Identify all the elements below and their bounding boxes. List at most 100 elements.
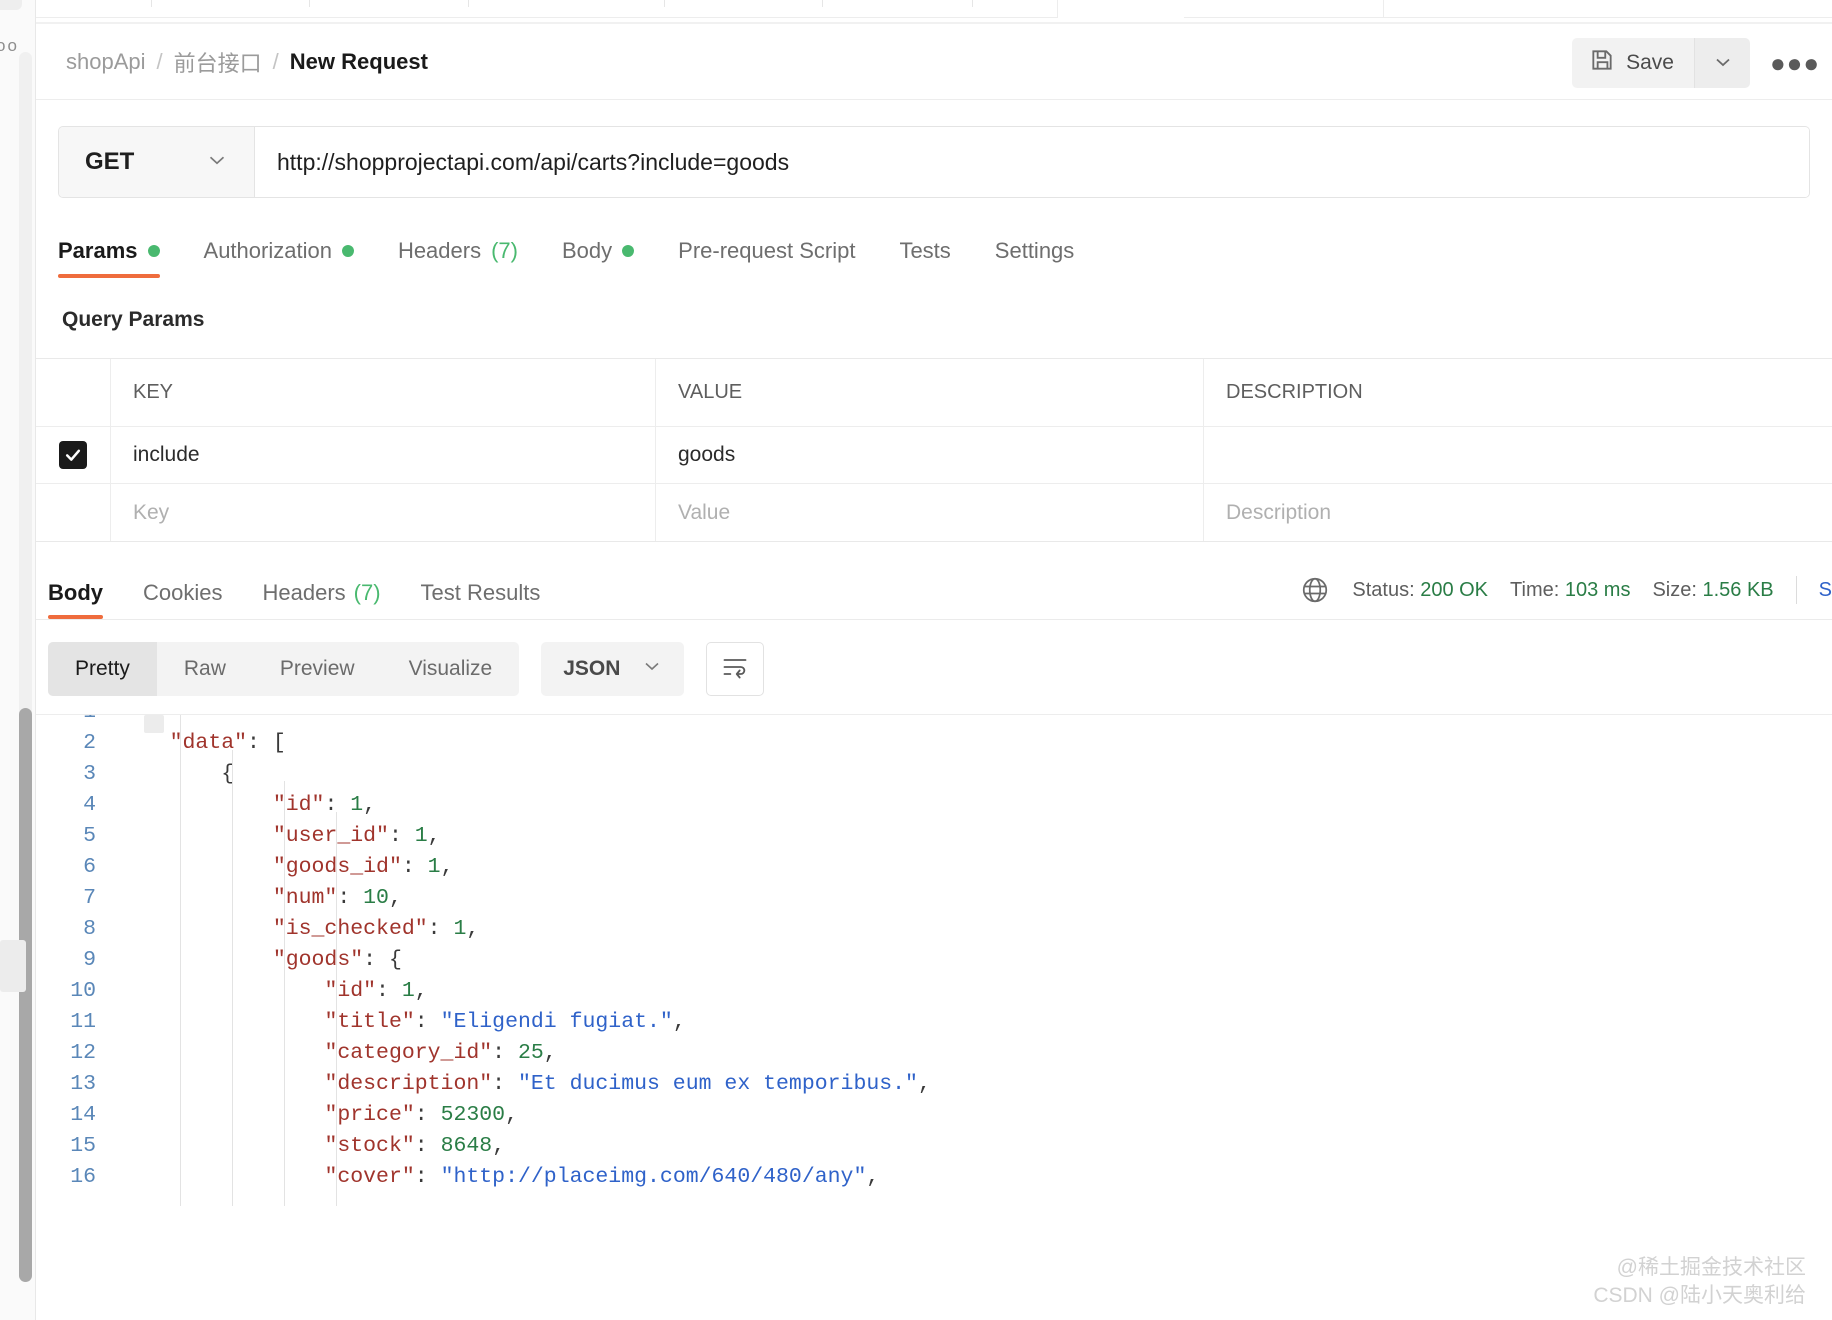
watermark-line-1: @稀土掘金技术社区 — [1616, 1256, 1806, 1279]
row-checkbox-cell-empty — [36, 484, 111, 541]
has-content-dot-icon — [622, 245, 635, 257]
line-number: 7 — [83, 886, 96, 910]
tab-strip-segment-mid — [1184, 0, 1384, 18]
param-enabled-checkbox[interactable] — [59, 441, 87, 469]
response-tab-cookies[interactable]: Cookies — [143, 580, 222, 619]
response-tab-headers[interactable]: Headers (7) — [262, 580, 380, 619]
json-code: 12 "data": [3 {4 "id": 1,5 "user_id": 1,… — [36, 715, 1832, 1193]
tab-authorization[interactable]: Authorization — [204, 238, 354, 278]
indent-guide — [180, 715, 181, 1206]
header-cell-key: KEY — [111, 359, 656, 426]
wrap-text-button[interactable] — [706, 642, 765, 696]
table-row-empty[interactable]: Key Value Description — [36, 484, 1832, 541]
tab-strip-segment-right — [1384, 0, 1832, 18]
tab-pre-request-script[interactable]: Pre-request Script — [678, 238, 855, 278]
param-value-input[interactable]: goods — [656, 427, 1204, 483]
save-button[interactable]: Save — [1572, 38, 1694, 88]
save-response-link[interactable]: S — [1819, 579, 1832, 602]
line-number: 14 — [70, 1103, 96, 1127]
time-metric: Time: 103 ms — [1510, 579, 1630, 602]
param-key-input-empty[interactable]: Key — [111, 484, 656, 541]
line-number: 2 — [83, 731, 96, 755]
table-row[interactable]: include goods — [36, 427, 1832, 484]
breadcrumb-request-name[interactable]: New Request — [290, 49, 428, 75]
tab-headers[interactable]: Headers (7) — [398, 238, 518, 278]
code-line: 8 "is_checked": 1, — [36, 914, 1832, 945]
line-number: 1 — [36, 715, 118, 728]
code-line: 7 "num": 10, — [36, 883, 1832, 914]
line-number: 15 — [70, 1134, 96, 1158]
http-method-select[interactable]: GET — [59, 127, 255, 197]
response-format-select[interactable]: JSON — [541, 642, 685, 696]
param-description-input-empty[interactable]: Description — [1204, 484, 1832, 541]
tab-settings[interactable]: Settings — [995, 238, 1075, 278]
ellipsis-icon: ●●● — [1769, 48, 1821, 78]
watermark: @稀土掘金技术社区 CSDN @陆小天奥利给 — [1593, 1254, 1806, 1310]
param-description-input[interactable] — [1204, 427, 1832, 483]
code-line: 16 "cover": "http://placeimg.com/640/480… — [36, 1162, 1832, 1193]
line-content: "num": 10, — [272, 886, 402, 910]
line-number: 8 — [83, 917, 96, 941]
rail-collapse-handle[interactable] — [0, 940, 26, 992]
watermark-line-2: CSDN @陆小天奥利给 — [1593, 1284, 1806, 1307]
line-content: "title": "Eligendi fugiat.", — [324, 1010, 686, 1034]
breadcrumb-workspace[interactable]: shopApi — [66, 49, 146, 75]
more-actions-button[interactable]: ●●● — [1769, 40, 1821, 86]
top-tab-strip — [0, 0, 1832, 22]
rail-ellipsis-icon[interactable]: oo — [0, 36, 19, 56]
breadcrumb-folder[interactable]: 前台接口 — [174, 46, 262, 78]
tab-params[interactable]: Params — [58, 238, 160, 278]
tab-body[interactable]: Body — [562, 238, 635, 278]
view-mode-pretty[interactable]: Pretty — [48, 642, 157, 696]
size-metric: Size: 1.56 KB — [1652, 579, 1773, 602]
code-line: 11 "title": "Eligendi fugiat.", — [36, 1007, 1832, 1038]
indent-guide — [336, 812, 337, 1206]
header-actions: Save ●●● — [1572, 38, 1821, 88]
param-key-input[interactable]: include — [111, 427, 656, 483]
view-mode-raw[interactable]: Raw — [157, 642, 253, 696]
query-params-title: Query Params — [62, 308, 205, 331]
response-tab-test-results[interactable]: Test Results — [421, 580, 541, 619]
chevron-down-icon — [640, 654, 664, 684]
code-line: 4 "id": 1, — [36, 790, 1832, 821]
response-body-viewer[interactable]: 12 "data": [3 {4 "id": 1,5 "user_id": 1,… — [36, 714, 1832, 1206]
breadcrumb-separator: / — [272, 49, 279, 74]
row-checkbox-cell — [36, 427, 111, 483]
floppy-disk-icon — [1589, 47, 1615, 79]
rail-corner — [0, 0, 22, 10]
save-button-label: Save — [1626, 51, 1674, 74]
param-value-input-empty[interactable]: Value — [656, 484, 1204, 541]
http-method-label: GET — [85, 148, 135, 175]
url-input[interactable]: http://shopprojectapi.com/api/carts?incl… — [255, 127, 1809, 197]
view-mode-group: Pretty Raw Preview Visualize — [48, 642, 520, 696]
response-format-label: JSON — [563, 657, 621, 680]
response-tabs: Body Cookies Headers (7) Test Results St… — [36, 568, 1832, 620]
line-number: 12 — [70, 1041, 96, 1065]
tab-headers-count: (7) — [491, 238, 518, 263]
status-metric: Status: 200 OK — [1352, 579, 1488, 602]
view-mode-preview[interactable]: Preview — [253, 642, 382, 696]
line-number: 6 — [83, 855, 96, 879]
save-options-button[interactable] — [1694, 38, 1750, 88]
code-line: 2 "data": [ — [36, 728, 1832, 759]
sidebar-scrollbar-thumb[interactable] — [19, 708, 32, 1282]
code-line: 15 "stock": 8648, — [36, 1131, 1832, 1162]
header-cell-value: VALUE — [656, 359, 1204, 426]
line-number: 11 — [70, 1010, 96, 1034]
tab-tests[interactable]: Tests — [899, 238, 950, 278]
time-label: Time: — [1510, 578, 1560, 601]
tab-strip-segment-left — [36, 0, 1058, 18]
response-tab-body[interactable]: Body — [48, 580, 103, 619]
response-view-toolbar: Pretty Raw Preview Visualize JSON — [36, 620, 1832, 696]
view-mode-visualize[interactable]: Visualize — [382, 642, 520, 696]
code-line: 5 "user_id": 1, — [36, 821, 1832, 852]
has-content-dot-icon — [341, 245, 354, 257]
header-cell-description: DESCRIPTION — [1226, 381, 1363, 403]
fold-toggle-icon[interactable] — [144, 715, 164, 733]
size-value: 1.56 KB — [1702, 578, 1774, 601]
code-line: 12 "category_id": 25, — [36, 1038, 1832, 1069]
postman-window: oo shopApi / 前台接口 / New Request Save ●●●… — [0, 0, 1832, 1320]
tab-headers-label: Headers — [397, 238, 482, 263]
line-content: "user_id": 1, — [272, 824, 441, 848]
response-tab-headers-count: (7) — [353, 580, 381, 605]
